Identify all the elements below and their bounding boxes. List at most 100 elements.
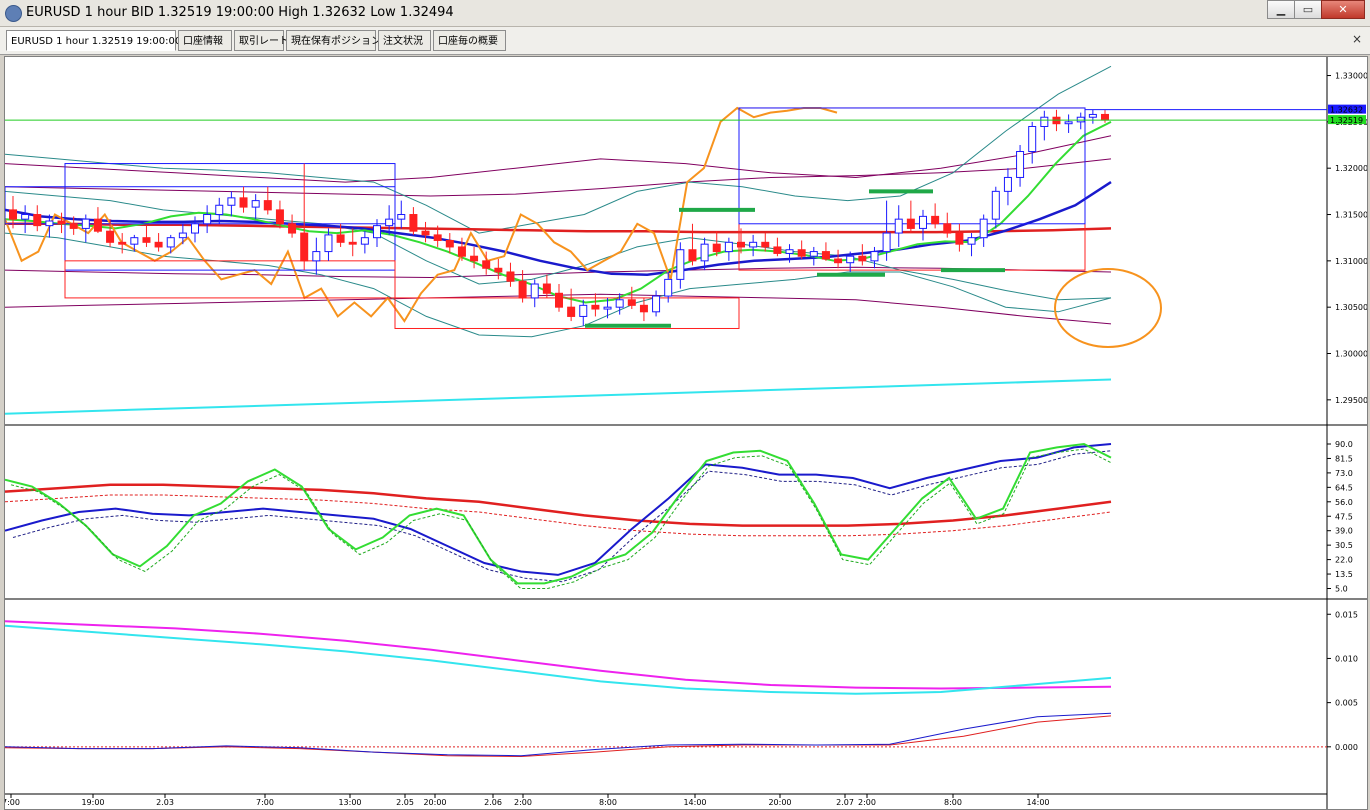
y-tick-label: 1.30500 <box>1335 303 1367 312</box>
stoch-blue-line <box>5 443 1112 576</box>
candle-body <box>555 292 563 308</box>
candle-body <box>1088 113 1097 118</box>
candle-body <box>69 223 78 229</box>
cyan-moving-average <box>5 378 1112 415</box>
chart-window[interactable]: 1.330001.325001.320001.315001.310001.305… <box>4 56 1368 810</box>
candle-body <box>991 190 1000 220</box>
green-moving-average <box>5 121 1112 304</box>
candle-body <box>81 218 90 229</box>
candle-body <box>300 232 309 262</box>
orange-line <box>5 106 838 323</box>
candle-body <box>178 232 187 239</box>
candle-body <box>506 271 515 282</box>
restore-button[interactable]: ▭ <box>1294 0 1322 19</box>
window-controls: ▁ ▭ ✕ <box>1267 0 1365 19</box>
y-tick-label: 1.30000 <box>1335 350 1367 359</box>
purple-envelope-line <box>5 135 1112 183</box>
candle-body <box>33 214 42 227</box>
y-tick-label: 0.005 <box>1335 699 1358 708</box>
window-title: EURUSD 1 hour BID 1.32519 19:00:00 High … <box>26 5 454 20</box>
x-tick-label: 2.05 <box>396 798 414 807</box>
candle-body <box>567 306 576 317</box>
x-tick-label: 7:00 <box>5 798 20 807</box>
candle-body <box>700 243 709 262</box>
candle-body <box>275 209 284 225</box>
y-tick-label: 1.29500 <box>1335 396 1367 405</box>
x-tick-label: 2.06 <box>484 798 502 807</box>
candle-body <box>688 249 697 262</box>
candle-body <box>1016 151 1025 178</box>
candle-body <box>360 237 369 245</box>
tab-orders[interactable]: 注文状況 <box>378 30 431 51</box>
y-tick-label: 0.015 <box>1335 610 1358 619</box>
tab-chart[interactable]: EURUSD 1 hour 1.32519 19:00:00 <box>6 30 181 51</box>
chart-canvas[interactable]: 1.330001.325001.320001.315001.310001.305… <box>5 57 1367 809</box>
candle-body <box>130 237 139 245</box>
close-button[interactable]: ✕ <box>1321 0 1365 19</box>
candle-body <box>106 230 115 243</box>
candle-body <box>870 251 879 262</box>
candle-body <box>797 249 806 257</box>
x-tick-label: 2.03 <box>156 798 174 807</box>
high-price-label: 1.32632 <box>1330 106 1363 115</box>
candle-body <box>724 241 733 253</box>
y-tick-label: 0.000 <box>1335 743 1358 752</box>
candle-body <box>591 304 600 310</box>
y-tick-label: 56.0 <box>1335 498 1353 507</box>
candle-body <box>433 234 442 241</box>
candle-body <box>821 251 830 260</box>
tab-positions[interactable]: 現在保有ポジション <box>286 30 381 51</box>
candle-body <box>882 232 891 253</box>
candle-body <box>239 197 248 208</box>
candle-body <box>809 251 818 257</box>
x-tick-label: 13:00 <box>338 798 361 807</box>
candle-body <box>943 223 952 234</box>
candle-body <box>652 295 661 313</box>
y-tick-label: 73.0 <box>1335 469 1353 478</box>
candle-body <box>749 241 758 248</box>
candle-body <box>518 280 527 299</box>
candle-body <box>834 258 843 264</box>
macd-cyan-line <box>5 624 1112 695</box>
y-tick-label: 90.0 <box>1335 440 1353 449</box>
candle-body <box>93 218 102 232</box>
x-tick-label: 14:00 <box>1026 798 1049 807</box>
candle-body <box>906 218 915 229</box>
close-tab-icon[interactable]: × <box>1352 32 1362 46</box>
candle-body <box>9 209 17 220</box>
candle-body <box>676 249 685 280</box>
title-bar: EURUSD 1 hour BID 1.32519 19:00:00 High … <box>0 0 1370 27</box>
candle-body <box>457 246 466 257</box>
y-tick-label: 39.0 <box>1335 527 1353 536</box>
candle-body <box>639 304 648 313</box>
x-tick-label: 8:00 <box>599 798 617 807</box>
y-tick-label: 5.0 <box>1335 585 1348 594</box>
candle-body <box>215 204 224 216</box>
y-tick-label: 30.5 <box>1335 541 1353 550</box>
tab-account-info[interactable]: 口座情報 <box>178 30 232 51</box>
candle-body <box>263 200 272 211</box>
minimize-button[interactable]: ▁ <box>1267 0 1295 19</box>
candle-body <box>785 249 794 254</box>
macd-red-line <box>5 715 1112 758</box>
candle-body <box>251 200 260 208</box>
y-tick-label: 0.010 <box>1335 654 1358 663</box>
candle-body <box>979 218 988 239</box>
x-tick-label: 7:00 <box>256 798 274 807</box>
candle-body <box>288 223 297 234</box>
candle-body <box>737 241 745 248</box>
candle-body <box>931 215 940 225</box>
stoch-green-signal <box>10 448 1112 589</box>
candle-body <box>421 230 430 236</box>
candle-body <box>615 299 624 308</box>
candle-body <box>118 241 127 245</box>
y-tick-label: 81.5 <box>1335 454 1353 463</box>
y-tick-label: 1.31500 <box>1335 211 1367 220</box>
range-box-red <box>64 260 396 299</box>
tab-rates[interactable]: 取引レート <box>234 30 289 51</box>
tab-account-summary[interactable]: 口座毎の概要 <box>433 30 506 51</box>
x-tick-label: 19:00 <box>81 798 104 807</box>
y-tick-label: 13.5 <box>1335 570 1353 579</box>
candle-body <box>470 255 479 262</box>
candle-body <box>761 241 770 248</box>
